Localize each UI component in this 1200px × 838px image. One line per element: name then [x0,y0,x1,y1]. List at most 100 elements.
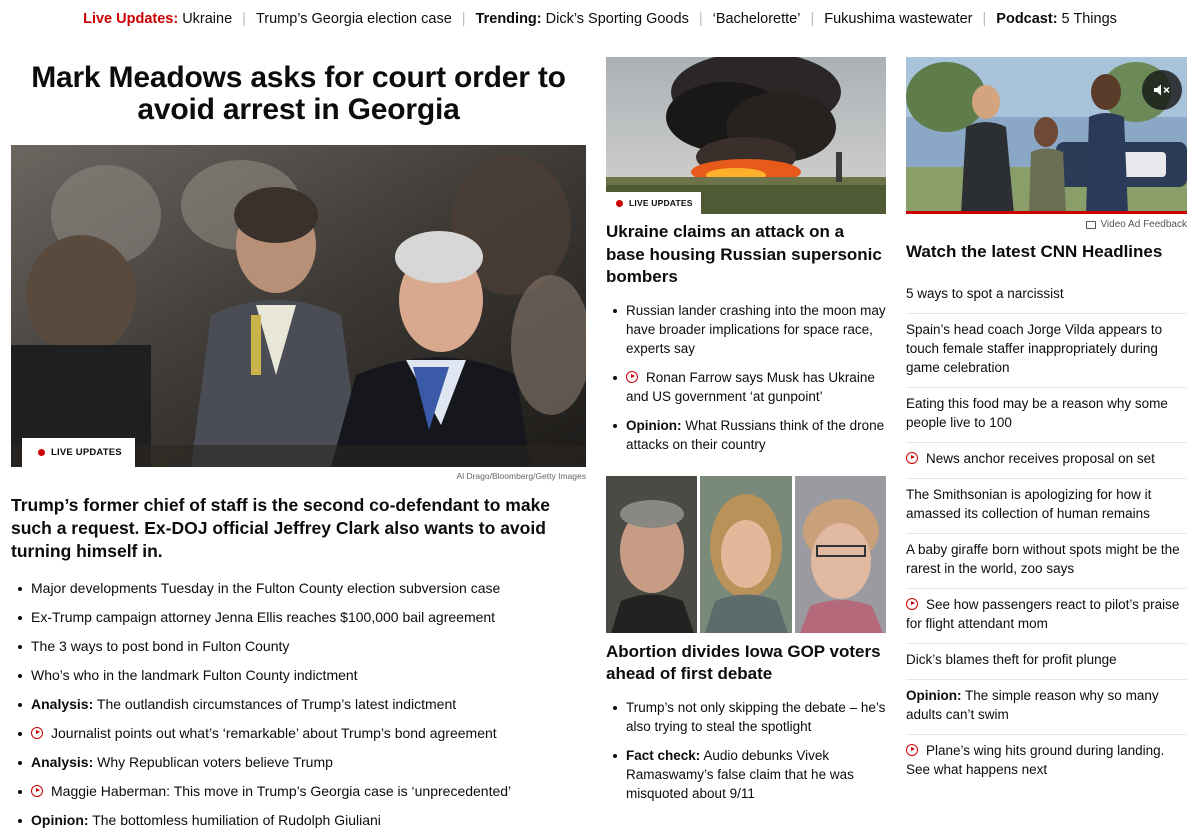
item-text: The Smithsonian is apologizing for how i… [906,487,1152,521]
video-headline[interactable]: Watch the latest CNN Headlines [906,241,1187,263]
portrait-1 [606,475,698,633]
item-text: 5 ways to spot a narcissist [906,286,1064,301]
item-text: News anchor receives proposal on set [926,451,1155,466]
item-text: The bottomless humiliation of Rudolph Gi… [92,812,381,828]
lead-related-link[interactable]: Analysis: Why Republican voters believe … [11,748,586,777]
live-badge-label: LIVE UPDATES [629,198,693,208]
item-text: Plane’s wing hits ground during landing.… [906,743,1165,777]
lead-related-link[interactable]: Journalist points out what’s ‘remarkable… [11,719,586,748]
play-icon [626,370,638,383]
trending-item[interactable]: ‘Bachelorette’ [713,11,801,27]
video-list-item[interactable]: Plane’s wing hits ground during landing.… [906,735,1187,789]
separator: | [242,11,246,27]
video-sidebar: Video Ad Feedback Watch the latest CNN H… [906,57,1187,789]
item-label: Analysis: [31,696,94,712]
item-text: The outlandish circumstances of Trump’s … [96,696,457,712]
item-text: See how passengers react to pilot’s prai… [906,597,1180,631]
trending-item[interactable]: Trump’s Georgia election case [256,11,452,27]
item-label: Opinion: [906,688,962,703]
video-list-item[interactable]: A baby giraffe born without spots might … [906,534,1187,589]
item-label: Opinion: [626,417,682,433]
trending-item-label: Trending: [475,11,542,27]
abortion-headline[interactable]: Abortion divides Iowa GOP voters ahead o… [606,641,886,686]
secondary-stories: LIVE UPDATES Ukraine claims an attack on… [606,57,886,813]
play-icon [906,744,918,756]
trending-item-text: ‘Bachelorette’ [712,11,801,27]
item-text: A baby giraffe born without spots might … [906,542,1180,576]
video-list-item[interactable]: Eating this food may be a reason why som… [906,388,1187,443]
lead-related-link[interactable]: Who’s who in the landmark Fulton County … [11,661,586,690]
live-badge-label: LIVE UPDATES [51,447,122,458]
trending-item-text: Ukraine [182,11,233,27]
mute-toggle[interactable] [1142,70,1182,110]
video-ad-feedback[interactable]: Video Ad Feedback [906,219,1187,230]
trending-item-label: Live Updates: [83,11,179,27]
lead-image[interactable]: LIVE UPDATES [11,145,586,467]
ukraine-related-link[interactable]: Russian lander crashing into the moon ma… [606,301,886,358]
video-progress-bar [906,211,1187,214]
trending-bar: Live Updates: Ukraine | Trump’s Georgia ele… [0,0,1200,38]
lead-related-link[interactable]: Maggie Haberman: This move in Trump’s Ge… [11,777,586,806]
ukraine-headline[interactable]: Ukraine claims an attack on a base housi… [606,221,886,289]
trending-item-label: Podcast: [996,11,1058,27]
play-icon [31,785,43,797]
trending-item[interactable]: Podcast: 5 Things [996,11,1117,27]
lead-related-list: Major developments Tuesday in the Fulton… [11,574,586,835]
explosion-photo [606,57,886,214]
abortion-related-link[interactable]: Trump’s not only skipping the debate – h… [606,698,886,736]
video-list-item[interactable]: Opinion: The simple reason why so many a… [906,680,1187,735]
item-text: Ex-Trump campaign attorney Jenna Ellis r… [31,609,496,625]
separator: | [810,11,815,27]
item-text: Trump’s not only skipping the debate – h… [626,699,886,734]
video-list-item[interactable]: News anchor receives proposal on set [906,443,1187,479]
portrait-2 [700,475,792,633]
video-list-item[interactable]: See how passengers react to pilot’s prai… [906,589,1187,644]
ukraine-related-list: Russian lander crashing into the moon ma… [606,301,886,454]
video-list-item[interactable]: 5 ways to spot a narcissist [906,278,1187,314]
item-text: Maggie Haberman: This move in Trump’s Ge… [51,783,512,799]
trending-item[interactable]: Live Updates: Ukraine [83,11,232,27]
item-label: Fact check: [626,747,701,763]
item-text: Journalist points out what’s ‘remarkable… [51,725,497,741]
trending-item-text: Fukushima wastewater [824,11,973,27]
ukraine-related-link[interactable]: Ronan Farrow says Musk has Ukraine and U… [606,368,886,406]
trending-item[interactable]: Trending: Dick’s Sporting Goods [476,11,689,27]
item-text: Eating this food may be a reason why som… [906,396,1168,430]
item-text: The 3 ways to post bond in Fulton County [31,638,290,654]
abortion-related-list: Trump’s not only skipping the debate – h… [606,698,886,803]
item-text: Dick’s blames theft for profit plunge [906,652,1117,667]
item-text: Major developments Tuesday in the Fulton… [31,580,501,596]
separator: | [982,11,987,27]
separator: | [698,11,703,27]
play-icon [906,452,918,464]
play-icon [31,727,43,739]
lead-related-link[interactable]: Major developments Tuesday in the Fulton… [11,574,586,603]
item-text: Why Republican voters believe Trump [97,754,333,770]
video-list-item[interactable]: Dick’s blames theft for profit plunge [906,644,1187,680]
ad-feedback-label: Video Ad Feedback [1100,219,1187,230]
lead-headline[interactable]: Mark Meadows asks for court order to avo… [11,58,586,126]
photo-credit: Al Drago/Bloomberg/Getty Images [456,471,586,481]
abortion-related-link[interactable]: Fact check: Audio debunks Vivek Ramaswam… [606,746,886,803]
video-list-item[interactable]: The Smithsonian is apologizing for how i… [906,479,1187,534]
lead-related-link[interactable]: Ex-Trump campaign attorney Jenna Ellis r… [11,603,586,632]
lead-related-link[interactable]: The 3 ways to post bond in Fulton County [11,632,586,661]
item-label: Analysis: [31,754,94,770]
ukraine-image[interactable]: LIVE UPDATES [606,57,886,214]
video-player[interactable] [906,57,1187,214]
live-updates-badge[interactable]: LIVE UPDATES [22,438,135,467]
lead-photo [11,145,586,467]
lead-related-link[interactable]: Analysis: The outlandish circumstances o… [11,690,586,719]
abortion-image[interactable] [606,475,886,633]
video-list: 5 ways to spot a narcissist Spain’s head … [906,278,1187,789]
live-dot-icon [38,449,45,456]
trending-item[interactable]: Fukushima wastewater [824,11,972,27]
ukraine-live-badge[interactable]: LIVE UPDATES [606,192,701,214]
video-list-item[interactable]: Spain’s head coach Jorge Vilda appears t… [906,314,1187,388]
lead-subhead[interactable]: Trump’s former chief of staff is the sec… [11,494,586,563]
lead-related-link[interactable]: Opinion: The bottomless humiliation of R… [11,806,586,835]
ukraine-related-link[interactable]: Opinion: What Russians think of the dron… [606,416,886,454]
item-text: Russian lander crashing into the moon ma… [626,302,886,356]
item-text: Spain’s head coach Jorge Vilda appears t… [906,322,1163,375]
separator: | [461,11,466,27]
